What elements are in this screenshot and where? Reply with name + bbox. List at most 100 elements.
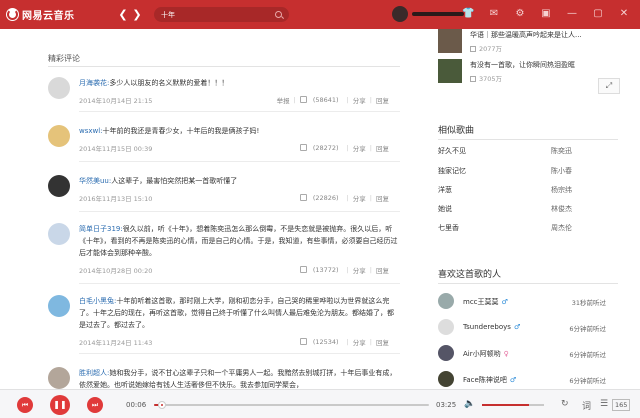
liker-item[interactable]: mcc王莫莫 ♂ 31秒前听过 <box>438 293 618 313</box>
progress-slider[interactable] <box>154 401 429 409</box>
similar-song-item[interactable]: 她说 林俊杰 <box>438 204 608 214</box>
comment-username[interactable]: 白毛小黑兔: <box>79 297 116 305</box>
comment-avatar[interactable] <box>48 223 70 245</box>
song-name[interactable]: 洋葱 <box>438 186 452 194</box>
queue-count[interactable]: 165 <box>612 399 631 411</box>
comment-text: 十年前听着这首歌，那时刚上大学，刚和初恋分手，自己哭的稀里哗啦以为世界就这么完了… <box>79 297 394 329</box>
song-name[interactable]: 独家记忆 <box>438 167 466 175</box>
liker-item[interactable]: Face陈神说吧 ♂ 6分钟前听过 <box>438 371 618 391</box>
comment-avatar[interactable] <box>48 295 70 317</box>
liker-name[interactable]: Tsundereboys <box>463 323 511 331</box>
liker-item[interactable]: Air小阿顿哟 ♀ 6分钟前听过 <box>438 345 618 365</box>
comment-username[interactable]: 胜利超人: <box>79 369 109 377</box>
liker-avatar[interactable] <box>438 319 454 335</box>
liker-avatar[interactable] <box>438 371 454 387</box>
maximize-icon[interactable]: ▢ <box>592 8 604 20</box>
next-track-button[interactable]: ⏭ <box>87 397 103 413</box>
pause-button[interactable]: ❚❚ <box>50 395 70 415</box>
comment-username[interactable]: 简单日子319: <box>79 225 123 233</box>
right-panel: 华语｜那些温暖高声吟起来是让人... 2077万 有没有一首歌，让你瞬间热泪盈眶… <box>416 29 640 389</box>
progress-knob[interactable] <box>158 401 167 409</box>
comment-avatar[interactable] <box>48 175 70 197</box>
reply-button[interactable]: 回复 <box>372 143 393 153</box>
minimize-icon[interactable]: — <box>566 8 578 20</box>
song-name[interactable]: 好久不见 <box>438 147 466 155</box>
mini-mode-icon[interactable]: ▣ <box>540 8 552 20</box>
song-artist[interactable]: 周杰伦 <box>551 223 572 233</box>
song-name[interactable]: 七里香 <box>438 224 459 232</box>
liker-avatar[interactable] <box>438 345 454 361</box>
report-button[interactable]: 举报 <box>273 95 294 105</box>
volume-icon[interactable]: 🔈 <box>464 399 475 409</box>
comment-username[interactable]: 华然美uu: <box>79 177 111 185</box>
playlist-icon[interactable]: ☰ <box>600 399 608 409</box>
liker-avatar[interactable] <box>438 293 454 309</box>
search-input[interactable]: 十年 <box>154 7 289 22</box>
similar-song-item[interactable]: 洋葱 杨宗纬 <box>438 185 608 195</box>
song-artist[interactable]: 陈奕迅 <box>551 146 572 156</box>
divider <box>48 66 400 67</box>
thumbs-up-icon <box>299 266 307 273</box>
like-button[interactable]: (13772) <box>296 266 347 274</box>
comment-avatar[interactable] <box>48 367 70 389</box>
share-button[interactable]: 分享 <box>349 143 370 153</box>
song-name[interactable]: 她说 <box>438 205 452 213</box>
top-bar: 网易云音乐 ❮ ❯ 十年 👕 ✉ ⚙ ▣ — ▢ ✕ <box>0 0 640 29</box>
divider <box>79 161 400 162</box>
like-button[interactable]: (12534) <box>296 338 347 346</box>
like-button[interactable]: (58641) <box>296 96 347 104</box>
reply-button[interactable]: 回复 <box>372 337 393 347</box>
app-logo[interactable]: 网易云音乐 <box>6 7 86 22</box>
forward-arrow-icon[interactable]: ❯ <box>130 8 144 21</box>
reply-button[interactable]: 回复 <box>372 95 393 105</box>
similar-song-item[interactable]: 独家记忆 陈小春 <box>438 166 608 176</box>
liker-item[interactable]: Tsundereboys ♂ 6分钟前听过 <box>438 319 618 339</box>
reply-button[interactable]: 回复 <box>372 193 393 203</box>
comment-username[interactable]: wsxwl: <box>79 127 103 135</box>
previous-track-button[interactable]: ⏮ <box>17 397 33 413</box>
liker-name[interactable]: Air小阿顿哟 <box>463 350 501 358</box>
like-button[interactable]: (22826) <box>296 194 347 202</box>
reply-button[interactable]: 回复 <box>372 265 393 275</box>
liker-name[interactable]: mcc王莫莫 <box>463 298 499 306</box>
share-button[interactable]: 分享 <box>349 265 370 275</box>
back-arrow-icon[interactable]: ❮ <box>116 8 130 21</box>
search-icon[interactable] <box>275 11 282 18</box>
song-artist[interactable]: 林俊杰 <box>551 204 572 214</box>
mail-icon[interactable]: ✉ <box>488 8 500 20</box>
fullscreen-icon[interactable]: ⤢ <box>598 78 620 94</box>
comment-text: 多少人以朋友的名义默默的爱着！！！ <box>109 79 229 87</box>
volume-slider[interactable] <box>482 404 544 406</box>
comment-username[interactable]: 月海袭花: <box>79 79 109 87</box>
settings-gear-icon[interactable]: ⚙ <box>514 8 526 20</box>
liker-name[interactable]: Face陈神说吧 <box>463 376 507 384</box>
netease-logo-icon <box>6 8 19 21</box>
share-button[interactable]: 分享 <box>349 337 370 347</box>
user-avatar[interactable] <box>392 6 408 22</box>
user-profile[interactable] <box>392 6 472 22</box>
like-button[interactable]: (28272) <box>296 144 347 152</box>
video-title[interactable]: 有没有一首歌，让你瞬间热泪盈眶 <box>470 60 575 70</box>
search-input-value[interactable]: 十年 <box>161 10 275 20</box>
song-artist[interactable]: 陈小春 <box>551 166 572 176</box>
comment-avatar[interactable] <box>48 125 70 147</box>
lyrics-icon[interactable]: 词 <box>582 399 591 412</box>
close-icon[interactable]: ✕ <box>618 8 630 20</box>
video-title[interactable]: 华语｜那些温暖高声吟起来是让人... <box>470 30 582 40</box>
divider <box>79 211 400 212</box>
video-plays: 2077万 <box>479 45 503 53</box>
video-thumbnail[interactable] <box>438 59 462 83</box>
play-count-icon <box>470 76 476 82</box>
song-artist[interactable]: 杨宗纬 <box>551 185 572 195</box>
video-item[interactable]: 有没有一首歌，让你瞬间热泪盈眶 3705万 <box>438 59 618 87</box>
share-button[interactable]: 分享 <box>349 193 370 203</box>
video-item[interactable]: 华语｜那些温暖高声吟起来是让人... 2077万 <box>438 29 618 57</box>
similar-song-item[interactable]: 七里香 周杰伦 <box>438 223 608 233</box>
share-button[interactable]: 分享 <box>349 95 370 105</box>
divider <box>438 139 618 140</box>
loop-mode-icon[interactable]: ↻ <box>561 399 569 409</box>
skin-shirt-icon[interactable]: 👕 <box>462 8 474 20</box>
similar-song-item[interactable]: 好久不见 陈奕迅 <box>438 146 608 156</box>
video-thumbnail[interactable] <box>438 29 462 53</box>
comment-avatar[interactable] <box>48 77 70 99</box>
